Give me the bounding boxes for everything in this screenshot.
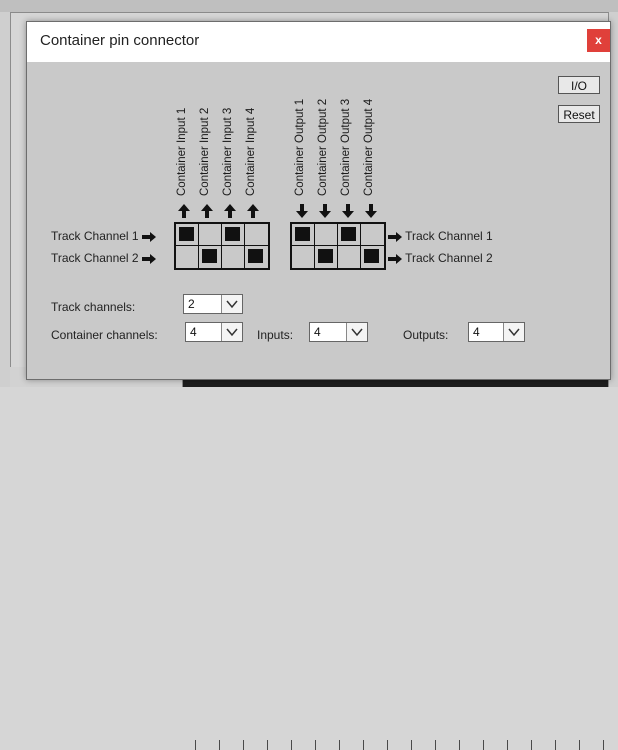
arrow-up-icon — [178, 204, 190, 218]
io-button[interactable]: I/O — [558, 76, 600, 94]
reset-button[interactable]: Reset — [558, 105, 600, 123]
arrow-right-icon — [141, 231, 156, 242]
background-left-panel — [0, 12, 11, 387]
input-pin-matrix — [174, 222, 270, 270]
arrow-right-icon — [388, 231, 402, 242]
inputs-value: 4 — [314, 325, 321, 339]
arrow-down-icon — [365, 204, 377, 218]
output-pin-r1-c1[interactable] — [292, 224, 315, 246]
input-pin-r2-c1[interactable] — [176, 246, 199, 268]
output-pin-r1-c2[interactable] — [315, 224, 338, 246]
pin-connector-dialog: Container pin connector x I/O Reset Cont… — [26, 21, 611, 380]
input-pin-r1-c4[interactable] — [245, 224, 268, 246]
container-channels-select[interactable]: 4 — [185, 322, 243, 342]
timeline-ticks — [195, 740, 615, 750]
arrow-down-icon — [319, 204, 331, 218]
track-channels-dropdown[interactable] — [221, 295, 242, 313]
output-pin-r1-c3[interactable] — [338, 224, 361, 246]
inputs-label: Inputs: — [257, 328, 294, 342]
outputs-dropdown[interactable] — [503, 323, 524, 341]
track-channels-select[interactable]: 2 — [183, 294, 243, 314]
output-pin-matrix — [290, 222, 386, 270]
input-pin-r2-c3[interactable] — [222, 246, 245, 268]
input-pin-r1-c3[interactable] — [222, 224, 245, 246]
chevron-down-icon — [351, 328, 363, 337]
input-pin-r1-c2[interactable] — [199, 224, 222, 246]
input-pin-r1-c1[interactable] — [176, 224, 199, 246]
inputs-select[interactable]: 4 — [309, 322, 368, 342]
arrow-up-icon — [224, 204, 236, 218]
output-pin-r1-c4[interactable] — [361, 224, 384, 246]
container-channels-label: Container channels: — [51, 328, 158, 342]
row-label-track-channel-2: Track Channel 2 — [51, 251, 156, 265]
inputs-dropdown[interactable] — [346, 323, 367, 341]
row-label-track-channel-1: Track Channel 1 — [51, 229, 156, 243]
arrow-down-icon — [342, 204, 354, 218]
arrow-up-icon — [201, 204, 213, 218]
chevron-down-icon — [508, 328, 520, 337]
track-channels-label: Track channels: — [51, 300, 136, 314]
output-row-label-track-channel-2: Track Channel 2 — [388, 251, 493, 265]
track-channels-value: 2 — [188, 297, 195, 311]
background-app-strip — [0, 0, 618, 13]
chevron-down-icon — [226, 300, 238, 309]
title-bar: Container pin connector x — [27, 22, 610, 62]
container-channels-value: 4 — [190, 325, 197, 339]
arrow-right-icon — [388, 253, 402, 264]
chevron-down-icon — [226, 328, 238, 337]
outputs-select[interactable]: 4 — [468, 322, 525, 342]
arrow-down-icon — [296, 204, 308, 218]
arrow-right-icon — [141, 253, 156, 264]
close-button[interactable]: x — [587, 29, 610, 52]
input-pin-r2-c2[interactable] — [199, 246, 222, 268]
output-row-label-track-channel-1: Track Channel 1 — [388, 229, 493, 243]
output-pin-r2-c4[interactable] — [361, 246, 384, 268]
dialog-title: Container pin connector — [40, 32, 200, 49]
output-pin-r2-c3[interactable] — [338, 246, 361, 268]
input-pin-r2-c4[interactable] — [245, 246, 268, 268]
output-pin-r2-c2[interactable] — [315, 246, 338, 268]
container-channels-dropdown[interactable] — [221, 323, 242, 341]
arrow-up-icon — [247, 204, 259, 218]
output-pin-r2-c1[interactable] — [292, 246, 315, 268]
outputs-value: 4 — [473, 325, 480, 339]
outputs-label: Outputs: — [403, 328, 449, 342]
